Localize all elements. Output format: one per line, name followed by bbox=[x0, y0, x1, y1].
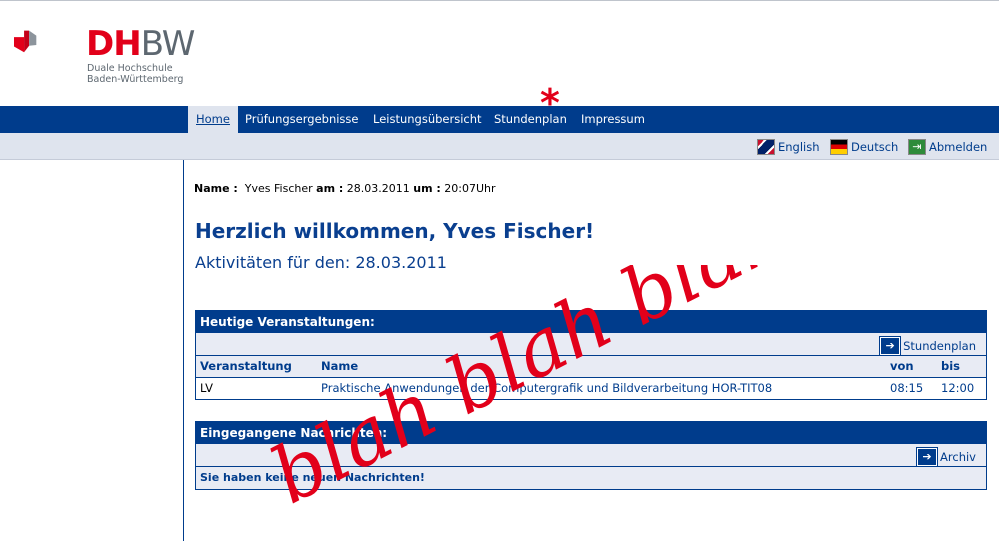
activity-subheading: Aktivitäten für den: 28.03.2011 bbox=[195, 253, 447, 272]
nav-impressum[interactable]: Impressum bbox=[581, 106, 645, 133]
dhbw-logo-mark bbox=[14, 30, 37, 53]
messages-panel-title: Eingegangene Nachrichten: bbox=[196, 422, 986, 444]
deutsch-label: Deutsch bbox=[851, 140, 899, 154]
events-table-header: Veranstaltung Name von bis bbox=[196, 355, 986, 378]
top-border bbox=[0, 0, 999, 1]
col-veranstaltung: Veranstaltung bbox=[200, 359, 292, 373]
nav-leistungsuebersicht[interactable]: Leistungsübersicht bbox=[373, 106, 482, 133]
annotation-asterisk: * bbox=[540, 81, 560, 125]
table-row[interactable]: LV Praktische Anwendungen der Computergr… bbox=[196, 378, 986, 399]
events-panel-title: Heutige Veranstaltungen: bbox=[196, 311, 986, 333]
archiv-label: Archiv bbox=[940, 450, 976, 464]
stundenplan-label: Stundenplan bbox=[903, 339, 976, 353]
logout-link[interactable]: ⇥ Abmelden bbox=[908, 138, 987, 156]
arrow-right-icon: ➔ bbox=[879, 336, 902, 356]
events-link-row: ➔ Stundenplan bbox=[196, 333, 986, 357]
col-von: von bbox=[890, 359, 914, 373]
archiv-button[interactable]: ➔ Archiv bbox=[916, 446, 976, 468]
english-link[interactable]: English bbox=[757, 138, 820, 156]
arrow-right-icon: ➔ bbox=[916, 447, 939, 467]
logout-label: Abmelden bbox=[929, 140, 988, 154]
user-info: Name : Yves Fischer am : 28.03.2011 um :… bbox=[194, 182, 496, 195]
row-type: LV bbox=[200, 381, 214, 395]
messages-panel: Eingegangene Nachrichten: ➔ Archiv Sie h… bbox=[195, 421, 987, 490]
messages-link-row: ➔ Archiv bbox=[196, 444, 986, 468]
stundenplan-button[interactable]: ➔ Stundenplan bbox=[879, 335, 976, 357]
no-messages-text: Sie haben keine neuen Nachrichten! bbox=[196, 466, 986, 489]
row-course-link[interactable]: Praktische Anwendungen der Computergrafi… bbox=[321, 378, 772, 399]
deutsch-link[interactable]: Deutsch bbox=[830, 138, 898, 156]
sidebar-divider bbox=[183, 160, 184, 541]
logo-wordmark: DHBW bbox=[86, 24, 195, 64]
main-nav: Home Prüfungsergebnisse Leistungsübersic… bbox=[0, 106, 999, 133]
uk-flag-icon bbox=[757, 139, 775, 155]
german-flag-icon bbox=[830, 139, 848, 155]
exit-icon: ⇥ bbox=[908, 139, 926, 155]
welcome-heading: Herzlich willkommen, Yves Fischer! bbox=[195, 219, 595, 243]
english-label: English bbox=[778, 140, 820, 154]
col-bis: bis bbox=[941, 359, 961, 373]
nav-home[interactable]: Home bbox=[188, 106, 238, 133]
col-name: Name bbox=[321, 359, 359, 373]
logo-subtitle: Duale Hochschule Baden-Württemberg bbox=[87, 63, 184, 85]
row-to: 12:00 bbox=[941, 381, 975, 395]
language-bar: English Deutsch ⇥ Abmelden bbox=[0, 133, 999, 160]
events-panel: Heutige Veranstaltungen: ➔ Stundenplan V… bbox=[195, 310, 987, 400]
row-from: 08:15 bbox=[890, 381, 924, 395]
nav-pruefungsergebnisse[interactable]: Prüfungsergebnisse bbox=[245, 106, 358, 133]
